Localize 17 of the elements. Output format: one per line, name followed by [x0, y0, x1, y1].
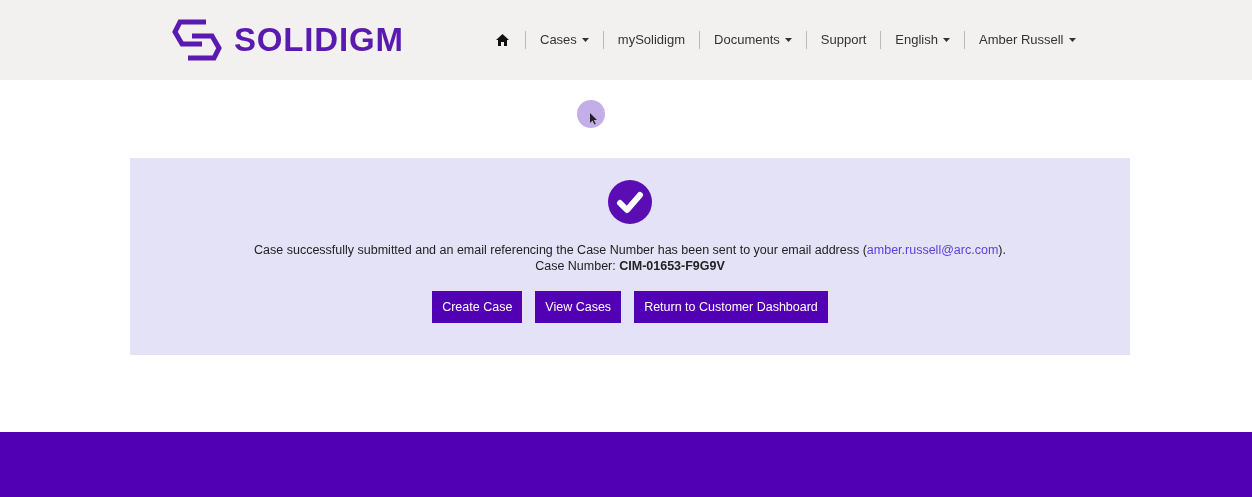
home-icon[interactable] — [496, 34, 509, 46]
confirmation-message: Case successfully submitted and an email referencing the Case Number has been sent to your email address (amber.russell@arc.com). — [254, 242, 1006, 258]
nav-link[interactable]: Support — [816, 30, 871, 50]
logo-icon — [172, 18, 222, 62]
case-number: Case Number: CIM-01653-F9G9V — [535, 258, 725, 274]
nav-dropdown[interactable]: Amber Russell — [975, 30, 1080, 50]
action-button[interactable]: View Cases — [535, 291, 622, 323]
nav-dropdown[interactable]: Cases — [536, 30, 593, 50]
nav-dropdown[interactable]: English — [891, 30, 954, 50]
logo-text: SOLIDIGM — [234, 20, 404, 61]
action-button[interactable]: Return to Customer Dashboard — [634, 291, 828, 323]
nav-dropdown[interactable]: Documents — [710, 30, 796, 50]
nav-link[interactable]: mySolidigm — [613, 30, 690, 50]
email-link[interactable]: amber.russell@arc.com — [866, 243, 999, 257]
action-button[interactable]: Create Case — [432, 291, 523, 323]
cursor-icon — [576, 99, 606, 129]
check-circle-icon — [608, 180, 652, 224]
